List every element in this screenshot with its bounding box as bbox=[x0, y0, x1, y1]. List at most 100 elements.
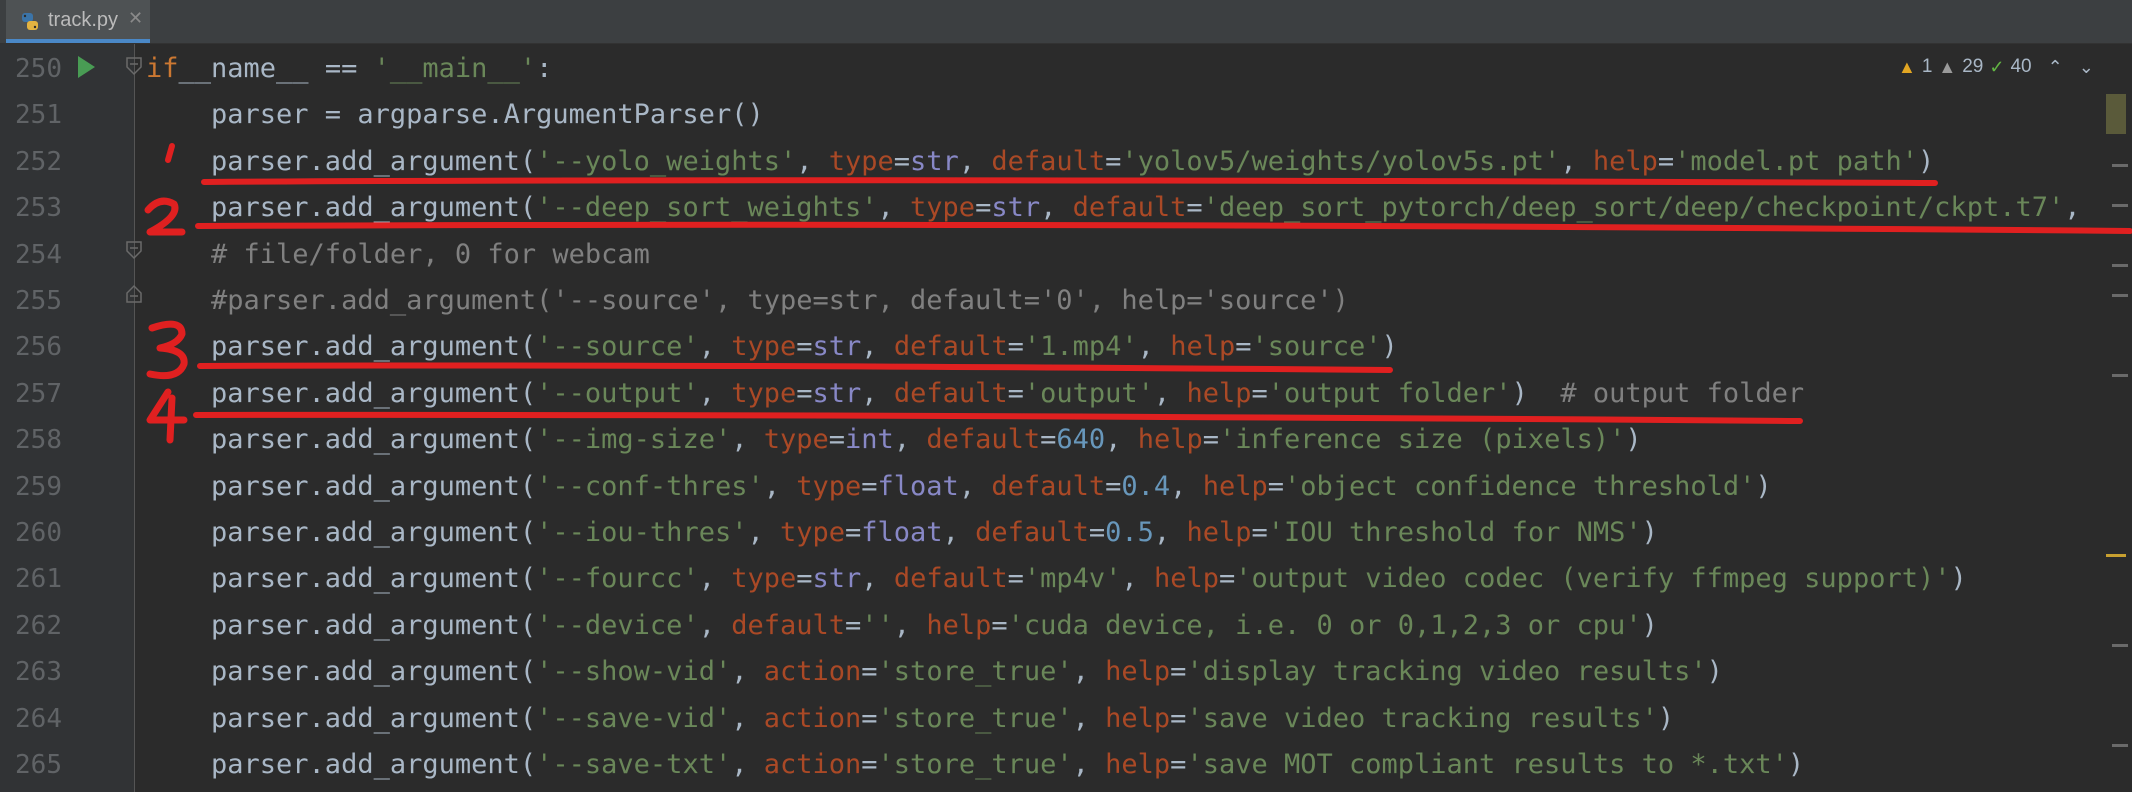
code-token: , bbox=[1072, 749, 1106, 780]
code-editor[interactable]: 250 if__name__ == '__main__': 251 parser =… bbox=[0, 44, 2132, 792]
line-number: 251 bbox=[15, 100, 62, 131]
code-line[interactable]: if__name__ == '__main__': bbox=[146, 46, 552, 92]
code-token: 'model.pt path' bbox=[1674, 145, 1918, 177]
code-token: '--conf-thres' bbox=[536, 470, 764, 502]
code-token: parser.add_argument( bbox=[146, 377, 537, 409]
code-line[interactable]: parser.add_argument('--device', default=… bbox=[146, 603, 1658, 649]
code-token: , bbox=[893, 424, 927, 456]
code-token: '--show-vid' bbox=[536, 656, 732, 688]
code-token: ) bbox=[1381, 331, 1398, 363]
code-token: help bbox=[926, 609, 992, 641]
code-token: parser.add_argument( bbox=[146, 517, 537, 548]
code-token: '--deep_sort_weights' bbox=[536, 192, 878, 224]
line-number: 253 bbox=[15, 193, 62, 224]
code-token: = bbox=[1251, 517, 1268, 548]
code-token: 640 bbox=[1056, 424, 1106, 456]
tab-track-py[interactable]: track.py ✕ bbox=[6, 0, 150, 43]
code-line[interactable]: parser.add_argument('--output', type=str… bbox=[146, 371, 1804, 417]
code-token: , bbox=[698, 563, 732, 595]
code-token: , bbox=[861, 331, 894, 363]
code-token: action bbox=[763, 656, 862, 688]
error-icon: ▲ bbox=[1898, 56, 1916, 77]
chevron-down-icon[interactable]: ⌄ bbox=[2079, 57, 2094, 78]
scrollbar-marker-strip[interactable] bbox=[2098, 44, 2132, 792]
error-count: 1 bbox=[1921, 56, 1933, 77]
code-token: ) bbox=[1641, 517, 1658, 548]
code-line[interactable]: parser.add_argument('--yolo_weights', ty… bbox=[146, 139, 1934, 185]
code-token: parser.add_argument( bbox=[146, 656, 537, 688]
python-file-icon bbox=[22, 13, 38, 30]
code-token: ) bbox=[1625, 424, 1642, 456]
code-token: = bbox=[1170, 656, 1187, 688]
code-token: , bbox=[1072, 656, 1106, 688]
code-token: , bbox=[1072, 702, 1106, 734]
code-token: help bbox=[1592, 145, 1658, 177]
close-icon[interactable]: ✕ bbox=[128, 8, 143, 29]
code-token: = bbox=[1235, 331, 1252, 363]
code-token: , bbox=[731, 749, 764, 780]
code-token: help bbox=[1105, 656, 1171, 688]
code-token: = bbox=[991, 609, 1008, 641]
code-token: 'yolov5/weights/yolov5s.pt' bbox=[1121, 145, 1561, 177]
code-line[interactable]: parser.add_argument('--save-txt', action… bbox=[146, 742, 1804, 788]
fold-end-icon[interactable] bbox=[124, 284, 144, 304]
code-token: help bbox=[1153, 563, 1219, 595]
code-line[interactable]: parser.add_argument('--show-vid', action… bbox=[146, 649, 1723, 695]
code-token: action bbox=[763, 749, 862, 780]
code-token: __name__ == bbox=[178, 53, 374, 84]
code-line[interactable]: #parser.add_argument('--source', type=st… bbox=[146, 278, 1349, 324]
code-token: type bbox=[731, 563, 797, 595]
code-token: 'inference size (pixels)' bbox=[1218, 424, 1626, 456]
code-token: if bbox=[146, 53, 179, 84]
code-line[interactable]: parser.add_argument('--img-size', type=i… bbox=[146, 417, 1642, 463]
line-number: 255 bbox=[15, 286, 62, 316]
marker bbox=[2112, 204, 2128, 207]
code-token: default bbox=[991, 470, 1106, 502]
code-token: default bbox=[1072, 192, 1187, 224]
marker bbox=[2112, 264, 2128, 267]
code-token: help bbox=[1186, 377, 1252, 409]
code-token: str bbox=[812, 563, 862, 595]
code-token: '' bbox=[861, 609, 894, 641]
code-token: parser.add_argument( bbox=[146, 192, 537, 224]
code-token: '--yolo_weights' bbox=[536, 145, 797, 177]
code-line[interactable]: parser.add_argument('--fourcc', type=str… bbox=[146, 556, 1967, 602]
code-line[interactable]: parser.add_argument('--deep_sort_weights… bbox=[146, 185, 2132, 231]
code-token: float bbox=[877, 470, 959, 502]
chevron-up-icon[interactable]: ⌃ bbox=[2048, 57, 2063, 78]
code-token: ) bbox=[1917, 145, 1935, 177]
inspection-widget[interactable]: ▲ 1 ▲ 29 ✓ 40 ⌃ ⌄ bbox=[1898, 52, 2094, 82]
code-line[interactable]: parser.add_argument('--save-vid', action… bbox=[146, 696, 1674, 742]
warning-count: 29 bbox=[1962, 56, 1984, 77]
code-token: , bbox=[942, 517, 976, 548]
code-token: '--output' bbox=[536, 377, 699, 409]
scroll-thumb[interactable] bbox=[2106, 94, 2126, 134]
code-token: , bbox=[893, 609, 927, 641]
code-line[interactable]: parser.add_argument('--iou-thres', type=… bbox=[146, 510, 1658, 556]
code-token: , bbox=[1040, 192, 1073, 224]
fold-icon[interactable] bbox=[124, 240, 144, 260]
code-token: = bbox=[1007, 563, 1024, 595]
code-token: = bbox=[1007, 331, 1024, 363]
check-icon: ✓ bbox=[1989, 56, 2005, 77]
code-line[interactable]: parser.add_argument('--source', type=str… bbox=[146, 324, 1398, 370]
line-number: 264 bbox=[15, 703, 62, 734]
line-number: 250 bbox=[15, 54, 62, 84]
code-line[interactable]: parser = argparse.ArgumentParser() bbox=[146, 92, 764, 138]
code-token: 'store_true' bbox=[877, 749, 1073, 780]
code-token: action bbox=[763, 702, 862, 734]
code-token: = bbox=[1218, 563, 1236, 595]
code-line[interactable]: parser.add_argument('--conf-thres', type… bbox=[146, 464, 1772, 510]
fold-icon[interactable] bbox=[124, 56, 144, 76]
code-token: = bbox=[861, 656, 878, 688]
code-token: parser.add_argument( bbox=[146, 749, 537, 780]
code-token: str bbox=[910, 145, 959, 177]
code-token: = bbox=[861, 702, 878, 734]
code-token: help bbox=[1105, 749, 1171, 780]
code-token: = bbox=[1267, 470, 1284, 502]
code-token: parser = argparse.ArgumentParser() bbox=[146, 99, 764, 131]
code-line[interactable]: # file/folder, 0 for webcam bbox=[146, 232, 650, 278]
code-token: = bbox=[828, 424, 846, 456]
run-icon[interactable] bbox=[78, 56, 95, 78]
code-token: 'mp4v' bbox=[1023, 563, 1122, 595]
